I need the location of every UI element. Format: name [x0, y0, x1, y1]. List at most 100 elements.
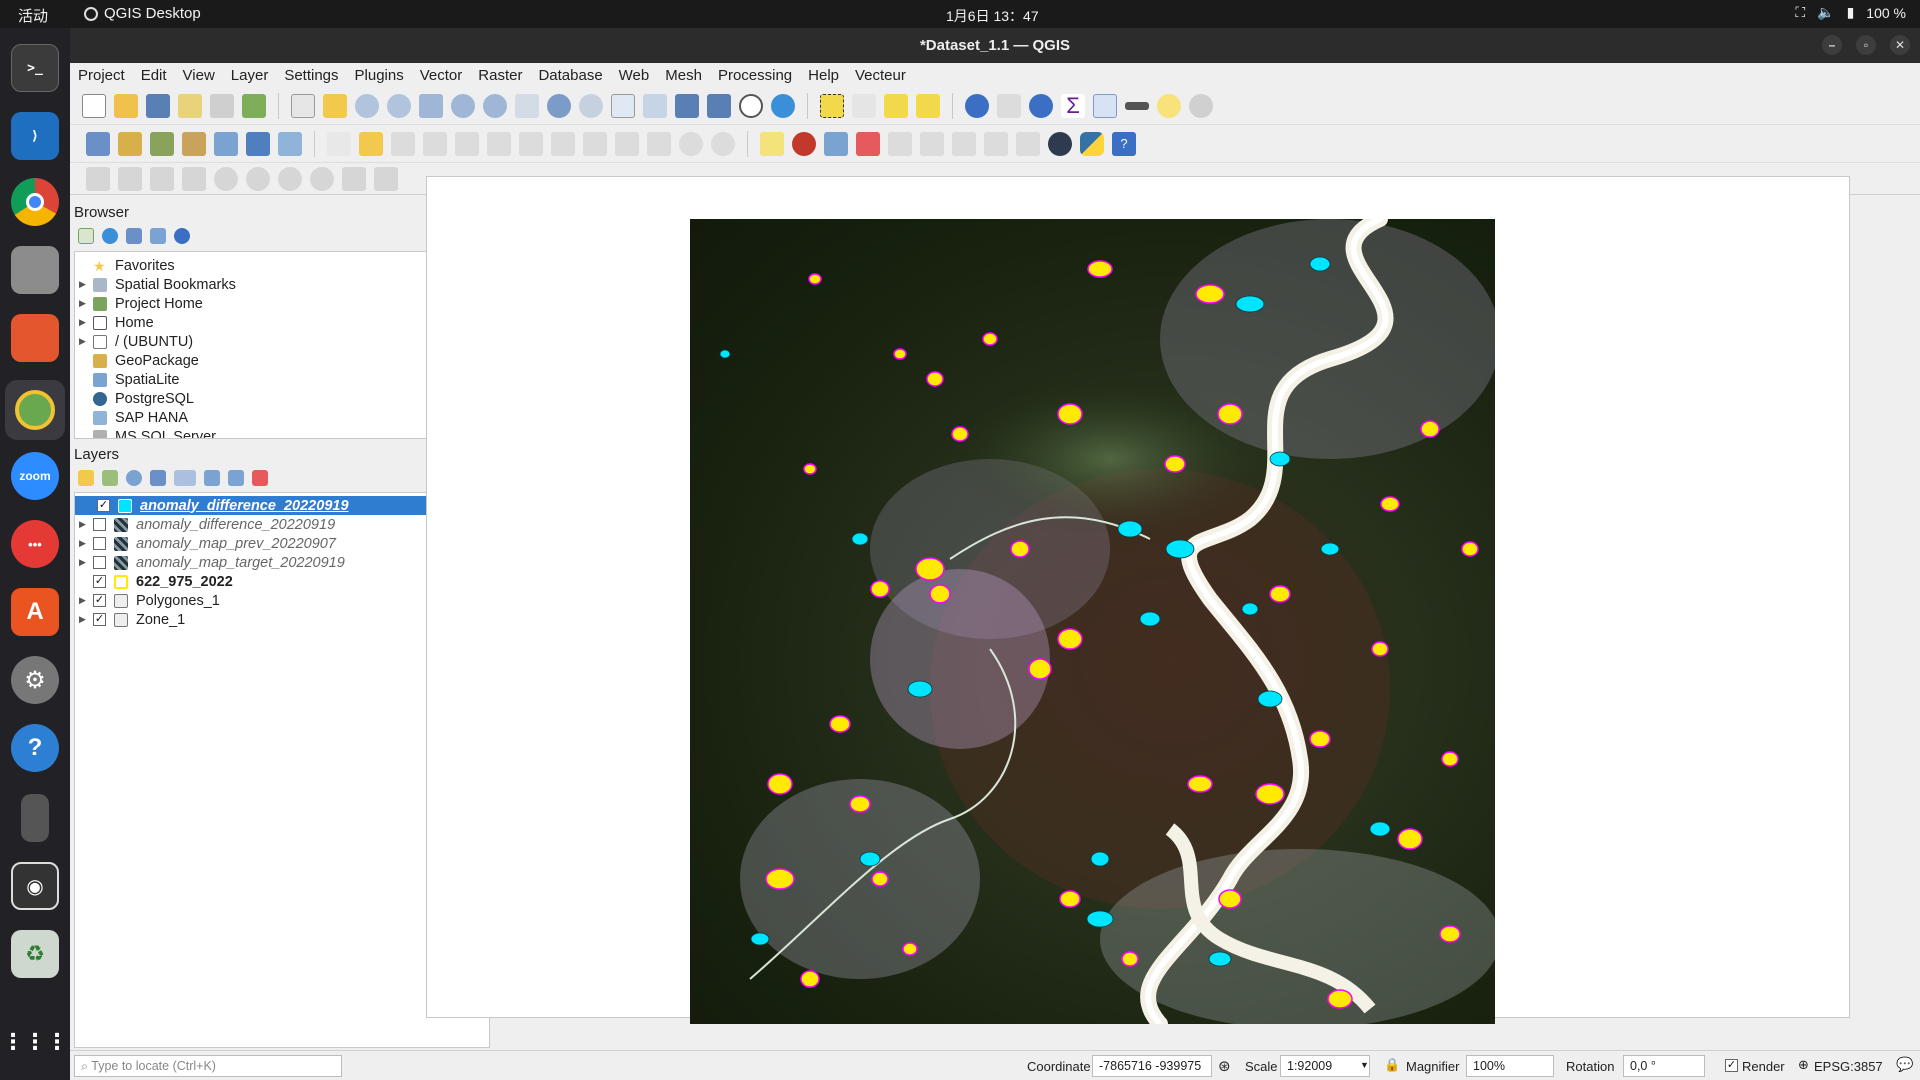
- add-raster-icon[interactable]: [246, 131, 270, 156]
- layer-row[interactable]: ▶ anomaly_map_prev_20220907: [79, 534, 336, 553]
- layer-visibility-checkbox[interactable]: ✓: [93, 613, 106, 626]
- label-show-hide-icon[interactable]: [984, 131, 1008, 156]
- paste-icon[interactable]: [647, 131, 671, 156]
- menu-view[interactable]: View: [183, 67, 215, 84]
- label-rotate-icon[interactable]: [920, 131, 944, 156]
- manage-themes-icon[interactable]: [126, 470, 142, 486]
- menu-raster[interactable]: Raster: [478, 67, 522, 84]
- modify-attributes-icon[interactable]: [519, 131, 543, 156]
- terminal-icon[interactable]: >_: [11, 44, 59, 92]
- layout-manager-icon[interactable]: [210, 93, 234, 118]
- app-center-icon[interactable]: A: [11, 588, 59, 636]
- refresh-browser-icon[interactable]: [102, 228, 118, 244]
- expand-arrow-icon[interactable]: ▶: [79, 336, 87, 347]
- vscode-icon[interactable]: ⟩: [11, 112, 59, 160]
- menu-plugins[interactable]: Plugins: [355, 67, 404, 84]
- layer-visibility-checkbox[interactable]: ✓: [93, 575, 106, 588]
- statistics-icon[interactable]: Σ: [1061, 93, 1085, 118]
- chat-icon[interactable]: •••: [11, 520, 59, 568]
- label-toolbar-icon[interactable]: [760, 131, 784, 156]
- copy-icon[interactable]: [615, 131, 639, 156]
- adv-digitize-3-icon[interactable]: [150, 166, 174, 191]
- browser-item-root[interactable]: ▶ / (UBUNTU): [79, 332, 193, 351]
- new-map-view-icon[interactable]: [611, 93, 635, 118]
- coordinate-field[interactable]: -7865716 -939975: [1092, 1055, 1212, 1077]
- menu-processing[interactable]: Processing: [718, 67, 792, 84]
- redo-icon[interactable]: [711, 131, 735, 156]
- map-raster[interactable]: [690, 219, 1495, 1024]
- label-properties-icon[interactable]: [1016, 131, 1040, 156]
- add-selected-icon[interactable]: [78, 228, 94, 244]
- new-temp-layer-icon[interactable]: [182, 131, 206, 156]
- scale-field[interactable]: 1:92009: [1280, 1055, 1370, 1077]
- activities-button[interactable]: 活动: [18, 5, 48, 26]
- adv-digitize-5-icon[interactable]: [214, 166, 238, 191]
- measure-icon[interactable]: [1125, 101, 1149, 110]
- rotation-field[interactable]: 0,0 °: [1623, 1055, 1705, 1077]
- crs-button[interactable]: EPSG:3857: [1814, 1059, 1883, 1074]
- browser-item-spatial-bookmarks[interactable]: ▶ Spatial Bookmarks: [79, 275, 236, 294]
- zoom-to-layer-icon[interactable]: [483, 93, 507, 118]
- window-titlebar[interactable]: *Dataset_1.1 — QGIS – ▫ ✕: [70, 28, 1920, 63]
- new-3d-map-view-icon[interactable]: [643, 93, 667, 118]
- expand-arrow-icon[interactable]: ▶: [79, 519, 87, 530]
- presentation-icon[interactable]: [11, 314, 59, 362]
- expand-arrow-icon[interactable]: ▶: [79, 614, 87, 625]
- layer-row[interactable]: ✓ 622_975_2022: [93, 572, 233, 591]
- new-geopackage-icon[interactable]: [118, 131, 142, 156]
- pan-map-icon[interactable]: [291, 93, 315, 118]
- layer-row[interactable]: ▶ ✓ Zone_1: [79, 610, 185, 629]
- show-bookmarks-icon[interactable]: [707, 93, 731, 118]
- adv-digitize-2-icon[interactable]: [118, 166, 142, 191]
- browser-item-sap-hana[interactable]: SAP HANA: [93, 408, 188, 427]
- zoom-to-selection-icon[interactable]: [451, 93, 475, 118]
- properties-icon[interactable]: [174, 228, 190, 244]
- label-move-icon[interactable]: [888, 131, 912, 156]
- adv-digitize-7-icon[interactable]: [278, 166, 302, 191]
- filter-browser-icon[interactable]: [126, 228, 142, 244]
- select-by-value-icon[interactable]: [852, 93, 876, 118]
- open-project-icon[interactable]: [114, 93, 138, 118]
- digitize-icon[interactable]: [423, 131, 447, 156]
- menu-settings[interactable]: Settings: [284, 67, 338, 84]
- screenshot-icon[interactable]: ◉: [11, 862, 59, 910]
- help-icon[interactable]: ?: [11, 724, 59, 772]
- messages-icon[interactable]: 💬: [1896, 1056, 1913, 1073]
- maximize-button[interactable]: ▫: [1856, 35, 1876, 55]
- adv-digitize-1-icon[interactable]: [86, 166, 110, 191]
- data-source-manager-icon[interactable]: [86, 131, 110, 156]
- label-pin-icon[interactable]: [824, 131, 848, 156]
- deselect-icon[interactable]: [884, 93, 908, 118]
- refresh-icon[interactable]: [771, 93, 795, 118]
- adv-digitize-4-icon[interactable]: [182, 166, 206, 191]
- filter-legend-icon[interactable]: [150, 470, 166, 486]
- lock-scale-icon[interactable]: 🔒: [1384, 1057, 1400, 1073]
- browser-item-home[interactable]: ▶ Home: [79, 313, 154, 332]
- clock[interactable]: 1月6日 13：47: [946, 6, 1039, 26]
- map-tips-icon[interactable]: [1157, 93, 1181, 118]
- layer-visibility-checkbox[interactable]: ✓: [93, 594, 106, 607]
- plugin-icon[interactable]: [1048, 131, 1072, 156]
- processing-toolbox-icon[interactable]: [1029, 93, 1053, 118]
- scale-dropdown-icon[interactable]: ▼: [1360, 1060, 1369, 1070]
- new-project-icon[interactable]: [82, 93, 106, 118]
- layer-visibility-checkbox[interactable]: [93, 537, 106, 550]
- browser-item-spatialite[interactable]: SpatiaLite: [93, 370, 180, 389]
- menu-vecteur[interactable]: Vecteur: [855, 67, 906, 84]
- adv-digitize-10-icon[interactable]: [374, 166, 398, 191]
- system-tray[interactable]: ⛶ 🔈 ▮ 100 %: [1795, 4, 1906, 21]
- trash-icon[interactable]: ♻: [11, 930, 59, 978]
- show-apps-icon[interactable]: ⋮⋮⋮: [2, 1018, 68, 1066]
- browser-item-project-home[interactable]: ▶ Project Home: [79, 294, 203, 313]
- pan-to-selection-icon[interactable]: [323, 93, 347, 118]
- help-contents-icon[interactable]: ?: [1112, 131, 1136, 156]
- locator-icon[interactable]: [1189, 93, 1213, 118]
- zoom-out-icon[interactable]: [387, 93, 411, 118]
- locator-bar[interactable]: ⌕ Type to locate (Ctrl+K): [74, 1055, 342, 1077]
- undo-icon[interactable]: [679, 131, 703, 156]
- add-ring-icon[interactable]: [455, 131, 479, 156]
- adv-digitize-6-icon[interactable]: [246, 166, 270, 191]
- render-checkbox[interactable]: ✓: [1725, 1059, 1738, 1072]
- layer-style-icon[interactable]: [792, 131, 816, 156]
- close-button[interactable]: ✕: [1890, 35, 1910, 55]
